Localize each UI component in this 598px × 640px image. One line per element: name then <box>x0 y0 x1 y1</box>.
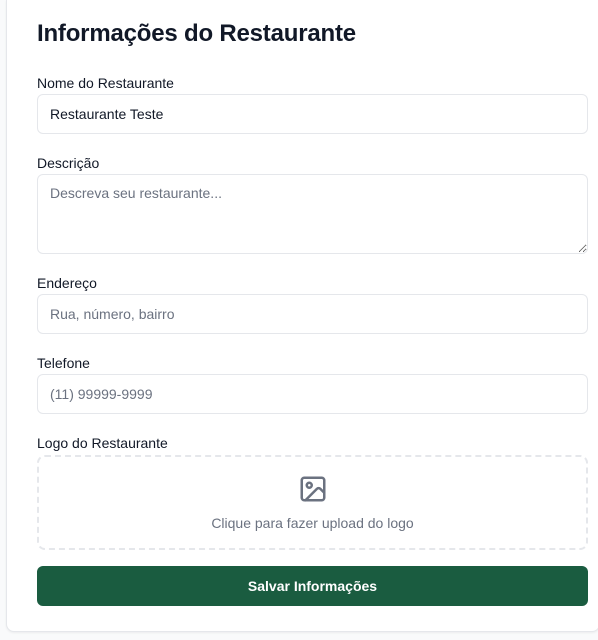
restaurant-name-label: Nome do Restaurante <box>37 75 174 91</box>
save-button[interactable]: Salvar Informações <box>37 566 588 606</box>
address-label: Endereço <box>37 275 97 291</box>
phone-input[interactable] <box>37 374 588 414</box>
image-icon <box>298 474 328 504</box>
logo-upload-dropzone[interactable]: Clique para fazer upload do logo <box>37 455 588 550</box>
description-textarea[interactable] <box>37 174 588 254</box>
restaurant-name-input[interactable] <box>37 94 588 134</box>
page-title: Informações do Restaurante <box>37 20 356 47</box>
address-input[interactable] <box>37 294 588 334</box>
phone-label: Telefone <box>37 355 90 371</box>
logo-label: Logo do Restaurante <box>37 435 168 451</box>
restaurant-info-card: Informações do Restaurante Nome do Resta… <box>6 0 598 632</box>
description-label: Descrição <box>37 155 100 171</box>
upload-text: Clique para fazer upload do logo <box>211 515 414 531</box>
